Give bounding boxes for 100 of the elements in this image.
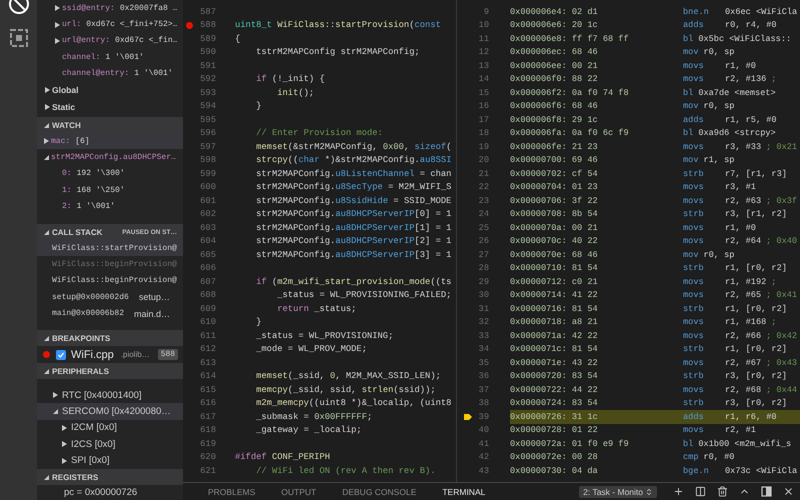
down-triangle-icon[interactable] [44,368,49,374]
trash-icon[interactable] [717,486,728,497]
peripheral-label: RTC [0x40001400] [62,390,142,401]
mnemonic: bl [683,34,694,44]
down-triangle-icon[interactable] [44,122,49,128]
frame-function: main@0x00006b82 [52,309,124,318]
right-triangle-icon[interactable] [55,5,60,12]
frame-file: main.d… [134,308,170,319]
peripheral-item[interactable]: I2CM [0x0] [37,420,183,436]
line-number: 608 [199,290,216,300]
section-title: CALL STACK [52,228,102,236]
line-number: 22 [478,182,489,192]
stack-frame[interactable]: WiFiClass::beginProvision@ [37,272,183,290]
section-header[interactable]: BREAKPOINTS [37,330,183,346]
operands: r1, [r0, r2] [725,344,787,354]
mnemonic: strb [683,168,705,179]
stack-frame[interactable]: main@0x00006b82 main.d… [37,306,183,322]
right-triangle-icon[interactable] [45,104,50,110]
stack-frame[interactable]: WiFiClass::startProvision@ [37,240,183,256]
scope-label[interactable]: Static [52,102,76,112]
mnemonic: bl [683,128,694,138]
down-triangle-icon[interactable] [53,409,58,414]
watch-item[interactable]: strM2MAPConfig.au8DHCPSer… [37,149,183,166]
mnemonic: movs [683,236,705,246]
section-header[interactable]: REGISTERS [37,469,183,485]
down-triangle-icon[interactable] [44,474,49,480]
line-number: 609 [199,304,216,314]
operands: 0x73c <WiFiCla [725,466,798,476]
line-number: 601 [199,196,216,206]
mnemonic: movs [683,425,705,436]
right-triangle-icon[interactable] [62,441,67,448]
address-bytes: 0x00000730: 04 da [510,466,599,476]
line-number: 620 [199,452,216,462]
right-triangle-icon[interactable] [45,87,50,94]
address-bytes: 0x00000716: 81 54 [510,304,599,314]
operands: r3, [r0, r2] [725,398,787,408]
terminal-select[interactable]: 2: Task - Monito [579,486,657,498]
right-triangle-icon[interactable] [62,424,67,431]
mnemonic: movs [683,290,705,300]
peripheral-label: I2CM [0x0] [71,422,117,434]
down-triangle-icon[interactable] [44,155,49,160]
line-number: 613 [199,358,216,368]
down-triangle-icon[interactable] [44,230,49,234]
right-triangle-icon[interactable] [44,138,49,144]
code-line: strM2MAPConfig.u8ListenChannel = chan [255,168,452,179]
panel-layout-icon[interactable] [761,486,772,497]
code-line: #ifdef CONF_PERIPH [235,452,330,462]
line-number: 595 [199,114,216,125]
watch-item[interactable]: mac: [6] [37,133,183,150]
down-triangle-icon[interactable] [44,336,49,340]
split-icon[interactable] [695,486,706,497]
code-line: _gateway = _localip; [255,425,362,436]
panel-tab[interactable]: DEBUG CONSOLE [342,486,416,496]
line-number: 28 [478,263,489,274]
scope-label[interactable]: Global [52,85,78,96]
line-number: 33 [478,330,489,341]
line-number: 611 [199,330,216,341]
operands: r2, #65 [725,290,762,300]
plus-icon[interactable] [673,486,684,497]
operands: r2, #64 [725,236,762,246]
line-number: 600 [199,182,216,192]
code-line: { [235,34,240,44]
asm-comment: ; [771,276,776,287]
address-bytes: 0x000006e6: 20 1c [510,20,599,30]
right-triangle-icon[interactable] [55,38,60,44]
right-triangle-icon[interactable] [62,458,67,464]
operands: 0x6ec <WiFiCla [725,6,798,17]
panel-tab[interactable]: TERMINAL [442,486,486,496]
breakpoint-dot-icon[interactable] [186,22,192,29]
peripheral-item[interactable]: SPI [0x0] [37,452,183,469]
line-number: 43 [478,466,489,476]
section-header[interactable]: WATCH [37,117,183,133]
operands: r1, sp [703,155,734,166]
right-triangle-icon[interactable] [55,22,60,28]
address-bytes: 0x00000700: 69 46 [510,155,599,166]
line-number: 11 [478,34,489,44]
mnemonic: mov [683,250,698,260]
peripheral-item[interactable]: I2CS [0x0] [37,436,183,453]
mnemonic: bl [683,88,694,98]
line-number: 614 [199,371,216,382]
asm-comment: ; [771,317,776,328]
peripheral-item[interactable]: SERCOM0 [0x4200080… [37,403,183,420]
stack-frame[interactable]: setup@0x000002d6 setup… [37,289,183,306]
code-line: init(); [276,88,314,98]
line-number: 587 [199,6,216,17]
variable-name: channel: [62,52,100,62]
checkbox[interactable] [56,350,66,360]
close-icon[interactable] [783,486,794,497]
section-header[interactable]: PERIPHERALS [37,363,183,379]
line-number: 42 [478,452,489,462]
address-bytes: 0x0000071a: 42 22 [510,330,599,341]
panel-tab[interactable]: OUTPUT [281,486,316,496]
square-frame-icon[interactable] [10,29,28,47]
operands: r7, [r1, r3] [725,168,787,179]
operands: r3, [r1, r2] [725,209,787,220]
peripheral-item[interactable]: RTC [0x40001400] [37,387,183,404]
panel-tab[interactable]: PROBLEMS [208,486,256,496]
operands: 0x1b00 <m2m_wifi_s [698,438,792,449]
right-triangle-icon[interactable] [53,392,58,398]
line-number: 19 [478,142,489,152]
